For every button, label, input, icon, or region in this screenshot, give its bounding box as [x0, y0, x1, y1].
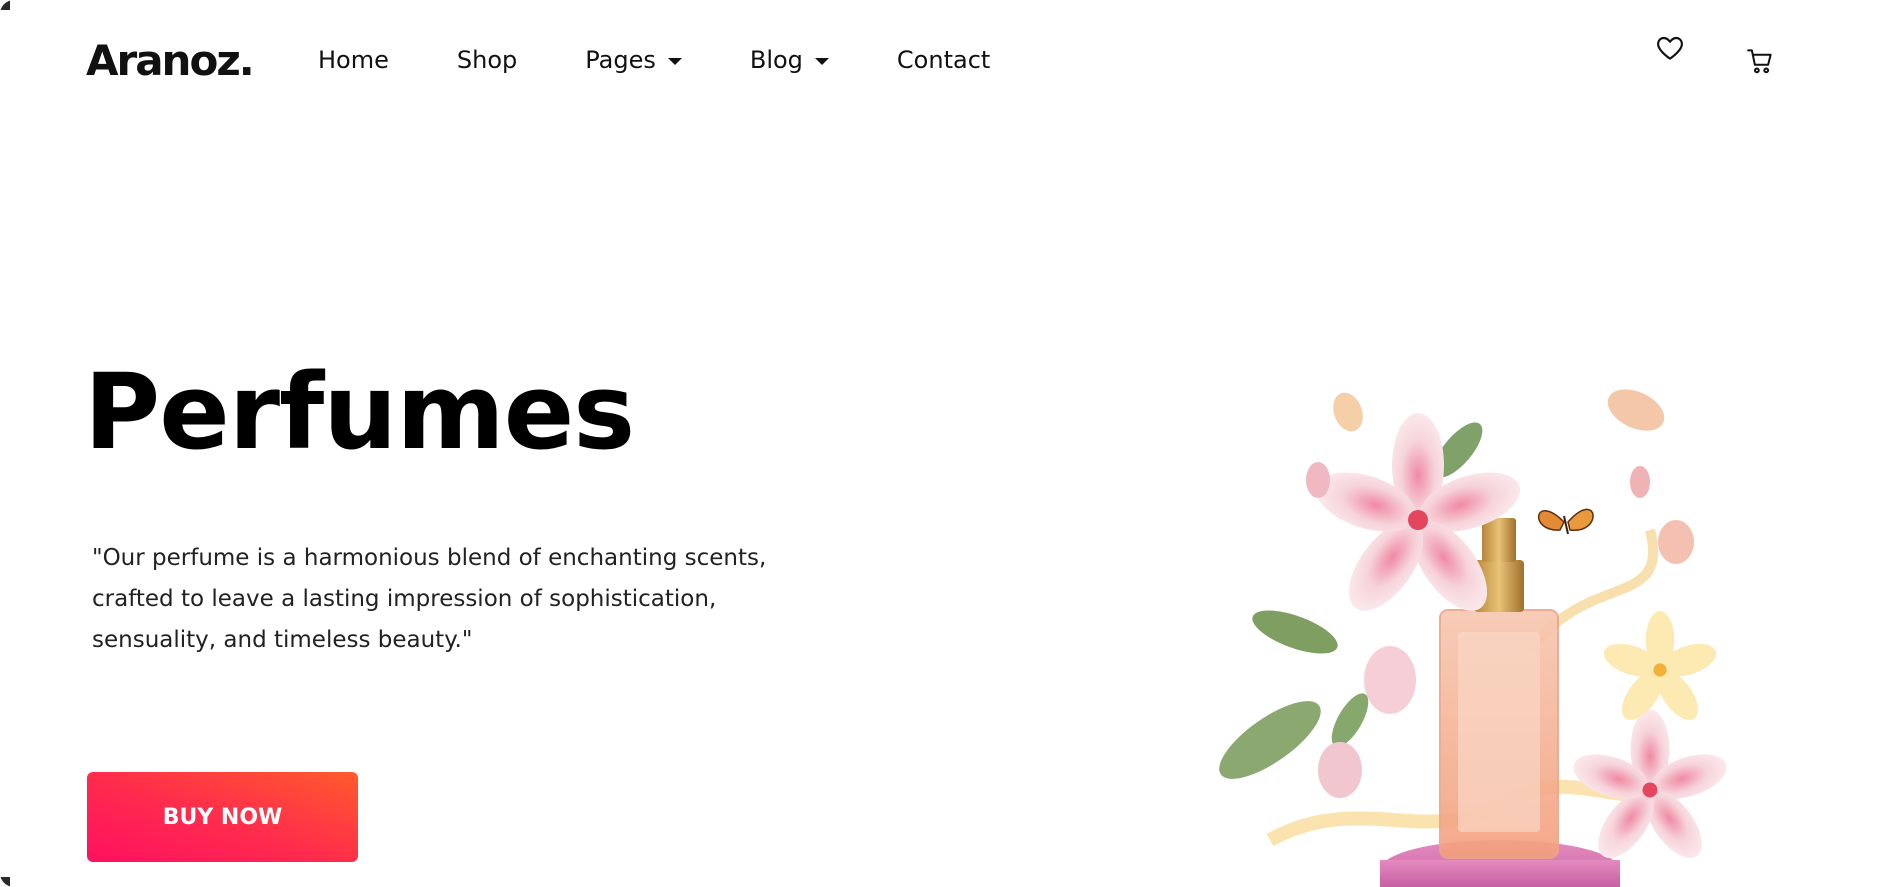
nav-item-pages[interactable]: Pages — [585, 46, 682, 74]
nav-item-shop[interactable]: Shop — [457, 46, 517, 74]
nav-item-label: Home — [318, 46, 389, 74]
window-corner — [0, 877, 10, 887]
nav-item-blog[interactable]: Blog — [750, 46, 829, 74]
nav-item-home[interactable]: Home — [318, 46, 389, 74]
nav-item-label: Contact — [896, 46, 991, 74]
hero-description: "Our perfume is a harmonious blend of en… — [92, 545, 767, 653]
navbar: Aranoz. Home Shop Pages Blog Contact — [0, 0, 1882, 120]
nav-item-contact[interactable]: Contact — [897, 46, 990, 74]
buy-now-button[interactable]: BUY NOW — [87, 772, 358, 862]
brand-logo[interactable]: Aranoz. — [86, 36, 255, 85]
nav-item-label: Shop — [456, 46, 518, 74]
perfume-hero-image — [1200, 370, 1800, 887]
caret-down-icon — [667, 57, 682, 65]
cart-icon[interactable] — [1745, 46, 1775, 76]
nav-item-label: Pages — [585, 46, 656, 74]
heart-icon[interactable] — [1654, 32, 1686, 64]
page: Aranoz. Home Shop Pages Blog Contact Per… — [0, 0, 1882, 887]
caret-down-icon — [814, 57, 829, 65]
main-menu: Home Shop Pages Blog Contact — [318, 46, 1058, 74]
nav-item-label: Blog — [749, 46, 803, 74]
hero-title: Perfumes — [84, 351, 635, 473]
